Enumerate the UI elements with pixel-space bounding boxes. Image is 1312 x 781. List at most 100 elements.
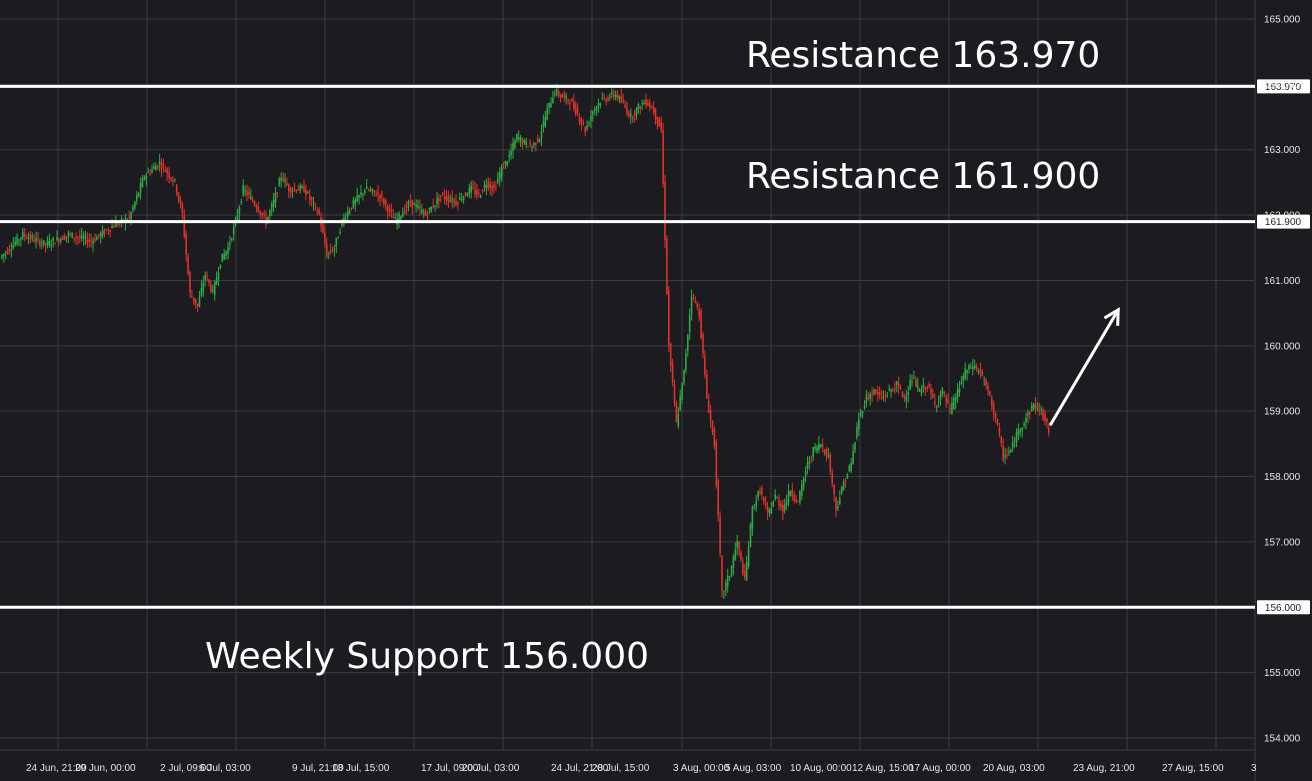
candle-body — [523, 139, 526, 143]
candle-body — [308, 195, 311, 200]
candle-body — [785, 501, 788, 505]
candle-body — [1032, 403, 1035, 409]
candle-body — [270, 204, 273, 211]
candle-body — [858, 418, 860, 429]
candle-body — [911, 381, 913, 383]
candle-body — [897, 383, 900, 388]
candle-body — [713, 429, 716, 447]
candle-body — [565, 95, 567, 100]
candle-body — [1, 255, 3, 258]
candle-body — [476, 189, 478, 196]
candle-body — [8, 248, 11, 251]
candle-body — [253, 202, 256, 206]
y-tick-label: 164.000 — [1264, 80, 1301, 91]
candle-body — [75, 236, 77, 238]
candle-body — [379, 195, 381, 199]
candle-body — [782, 504, 784, 513]
candle-body — [592, 111, 594, 114]
candle-body — [419, 206, 421, 209]
candle-body — [206, 275, 208, 277]
candle-body — [455, 201, 457, 205]
candle-body — [922, 384, 925, 389]
candle-body — [844, 480, 847, 483]
candle-body — [1029, 411, 1031, 415]
candle-body — [54, 243, 56, 245]
candle-body — [544, 117, 547, 127]
candle-body — [783, 504, 786, 511]
candle-body — [33, 240, 35, 242]
candle-body — [1011, 441, 1014, 450]
candle-body — [835, 496, 837, 511]
candle-body — [386, 206, 389, 213]
candle-body — [747, 546, 750, 567]
candle-body — [141, 178, 144, 187]
candle-body — [996, 419, 999, 425]
candle-body — [155, 166, 157, 171]
candle-body — [681, 382, 683, 400]
candle-body — [464, 192, 467, 196]
candle-body — [421, 209, 423, 213]
candle-body — [745, 562, 748, 581]
candle-body — [569, 102, 571, 105]
candle-body — [801, 483, 803, 496]
candle-body — [478, 192, 480, 194]
y-tick-label: 158.000 — [1264, 472, 1301, 483]
x-tick-label: 17 Aug, 00:00 — [909, 763, 971, 774]
y-tick-label: 155.000 — [1264, 668, 1301, 679]
candle-body — [998, 427, 1001, 434]
candle-body — [611, 92, 613, 94]
candle-body — [778, 499, 780, 506]
candle-body — [656, 116, 659, 124]
candle-body — [307, 192, 309, 193]
candle-body — [149, 172, 151, 174]
candle-body — [498, 173, 501, 180]
projection-arrow — [1049, 307, 1120, 426]
candle-body — [466, 194, 469, 197]
candle-body — [196, 303, 199, 307]
candle-body — [384, 199, 387, 205]
candle-body — [139, 183, 142, 193]
candle-body — [517, 137, 520, 140]
candle-body — [774, 494, 776, 500]
candle-body — [795, 498, 797, 502]
candle-body — [863, 405, 866, 408]
candle-body — [934, 401, 936, 404]
candle-body — [726, 576, 729, 587]
candle-body — [839, 497, 841, 505]
candle-body — [603, 97, 605, 98]
candle-body — [16, 236, 18, 245]
candle-body — [229, 242, 231, 246]
candle-body — [573, 101, 575, 109]
candle-body — [193, 297, 195, 302]
candle-body — [869, 393, 871, 400]
candle-body — [413, 203, 415, 206]
candle-body — [61, 236, 64, 241]
candle-body — [538, 139, 541, 142]
candle-body — [671, 363, 674, 383]
candle-body — [324, 232, 326, 245]
candle-body — [652, 107, 655, 113]
candle-body — [101, 229, 104, 236]
y-tick-label: 160.000 — [1264, 341, 1301, 352]
candle-body — [837, 506, 839, 509]
candle-body — [1025, 417, 1027, 422]
candle-body — [360, 192, 362, 196]
candle-body — [31, 236, 34, 239]
candle-body — [666, 238, 668, 295]
y-tick-label: 161.000 — [1264, 276, 1301, 287]
candle-body — [346, 211, 349, 217]
candle-body — [1027, 412, 1029, 416]
candle-body — [763, 497, 765, 502]
candle-body — [213, 281, 216, 296]
candle-body — [470, 185, 472, 193]
candle-body — [977, 369, 980, 371]
candle-body — [755, 501, 757, 507]
candle-body — [217, 272, 220, 280]
candle-body — [992, 403, 995, 414]
candle-body — [814, 446, 816, 449]
candle-body — [508, 155, 510, 157]
candle-body — [191, 295, 193, 298]
candle-body — [856, 427, 858, 438]
candle-body — [932, 393, 934, 399]
candle-body — [620, 96, 623, 102]
